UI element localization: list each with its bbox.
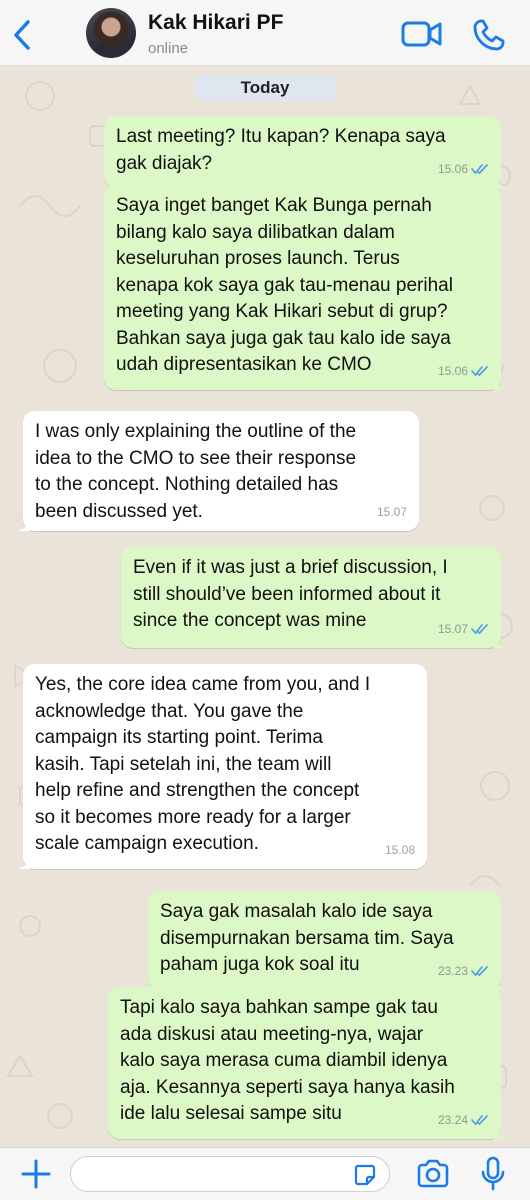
plus-icon[interactable] [20, 1158, 52, 1190]
composer-bar [0, 1147, 530, 1200]
bubble-tail [494, 636, 508, 648]
message-text: I was only explaining the outline of the… [35, 421, 357, 522]
read-receipt-icon [471, 965, 488, 977]
incoming-message[interactable]: I was only explaining the outline of the… [16, 411, 419, 531]
message-time: 23.23 [437, 963, 468, 978]
back-chevron-icon[interactable] [8, 18, 38, 52]
bubble-tail [494, 176, 508, 188]
message-time: 15.07 [376, 504, 407, 519]
microphone-icon[interactable] [480, 1156, 506, 1192]
contact-status: online [148, 40, 189, 57]
message-text: Yes, the core idea came from you, and I … [35, 674, 371, 854]
contact-name[interactable]: Kak Hikari PF [148, 11, 283, 35]
message-time: 15.07 [437, 621, 468, 636]
outgoing-message[interactable]: Last meeting? Itu kapan? Kenapa saya gak… [104, 116, 508, 188]
read-receipt-icon [471, 623, 488, 635]
video-call-icon[interactable] [401, 18, 443, 50]
message-time: 23.24 [437, 1112, 468, 1127]
message-meta: 15.06 [438, 358, 489, 385]
outgoing-message[interactable]: Tapi kalo saya bahkan sampe gak tau ada … [108, 987, 508, 1139]
message-text: Last meeting? Itu kapan? Kenapa saya gak… [116, 126, 446, 174]
message-time: 15.06 [437, 363, 468, 378]
message-time: 15.08 [384, 842, 415, 857]
message-text: Saya inget banget Kak Bunga pernah bilan… [116, 195, 453, 375]
outgoing-message[interactable]: Saya inget banget Kak Bunga pernah bilan… [104, 185, 508, 390]
message-meta: 23.24 [438, 1107, 489, 1134]
message-input[interactable] [70, 1156, 390, 1192]
chat-area[interactable]: Today Last meeting? Itu kapan? Kenapa sa… [0, 66, 530, 1147]
sticker-icon[interactable] [353, 1163, 377, 1187]
message-meta: 15.07 [377, 499, 407, 526]
message-meta: 15.07 [438, 616, 489, 643]
message-text: Tapi kalo saya bahkan sampe gak tau ada … [120, 997, 455, 1124]
message-meta: 15.06 [438, 156, 489, 183]
outgoing-message[interactable]: Saya gak masalah kalo ide saya disempurn… [148, 891, 508, 990]
read-receipt-icon [471, 365, 488, 377]
outgoing-message[interactable]: Even if it was just a brief discussion, … [121, 547, 508, 648]
camera-icon[interactable] [416, 1159, 450, 1189]
bubble-tail [494, 1127, 508, 1139]
incoming-message[interactable]: Yes, the core idea came from you, and I … [16, 664, 427, 869]
message-meta: 23.23 [438, 958, 489, 985]
bubble-tail [494, 978, 508, 990]
read-receipt-icon [471, 1114, 488, 1126]
date-separator: Today [194, 75, 336, 101]
bubble-tail [16, 519, 30, 531]
phone-call-icon[interactable] [472, 18, 506, 52]
message-meta: 15.08 [385, 837, 415, 864]
read-receipt-icon [471, 163, 488, 175]
message-text: Even if it was just a brief discussion, … [133, 557, 448, 631]
avatar[interactable] [86, 8, 136, 58]
message-time: 15.06 [437, 161, 468, 176]
bubble-tail [494, 378, 508, 390]
bubble-tail [16, 857, 30, 869]
chat-header: Kak Hikari PF online [0, 0, 530, 66]
